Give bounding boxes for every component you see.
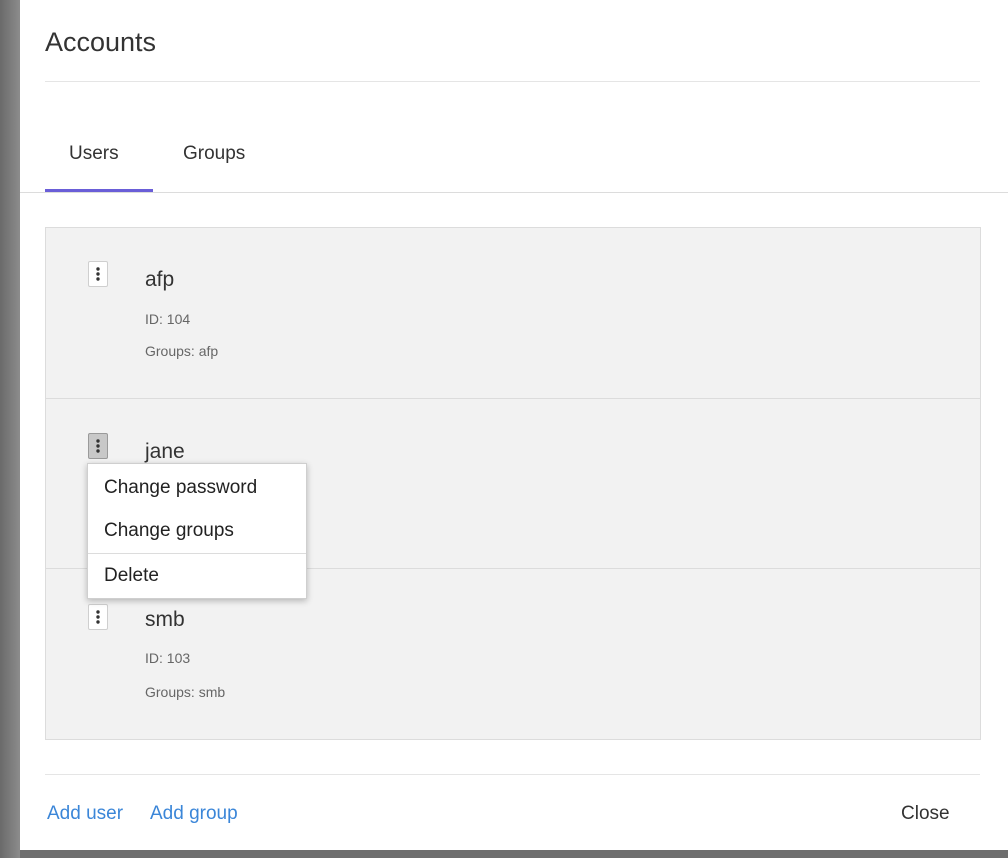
tab-groups[interactable]: Groups <box>153 130 245 192</box>
menu-item-delete[interactable]: Delete <box>88 558 306 594</box>
close-button[interactable]: Close <box>901 801 950 827</box>
backdrop <box>0 0 20 858</box>
accounts-dialog: Accounts Users Groups afp ID: 104 Groups… <box>20 0 1008 850</box>
user-context-menu: Change password Change groups Delete <box>87 463 307 599</box>
footer-divider <box>45 774 980 775</box>
menu-item-change-groups[interactable]: Change groups <box>88 513 306 549</box>
user-name: smb <box>145 608 185 631</box>
user-id: ID: 103 <box>145 650 191 666</box>
add-user-link[interactable]: Add user <box>47 801 123 827</box>
add-group-link[interactable]: Add group <box>150 801 238 827</box>
more-vertical-icon[interactable] <box>88 261 108 287</box>
more-vertical-icon[interactable] <box>88 433 108 459</box>
tab-bar: Users Groups <box>45 130 245 192</box>
title-divider <box>45 81 980 82</box>
tab-users[interactable]: Users <box>45 130 153 192</box>
user-name: afp <box>145 268 175 291</box>
user-groups: Groups: smb <box>145 684 226 700</box>
menu-item-change-password[interactable]: Change password <box>88 470 306 506</box>
list-item-afp: afp ID: 104 Groups: afp <box>46 228 980 398</box>
tabs-divider <box>20 192 1008 193</box>
more-vertical-icon[interactable] <box>88 604 108 630</box>
user-groups: Groups: afp <box>145 343 219 359</box>
user-name: jane <box>145 440 185 463</box>
dialog-title: Accounts <box>45 27 157 57</box>
backdrop-bottom <box>20 850 1008 858</box>
user-id: ID: 104 <box>145 311 191 327</box>
menu-divider <box>88 553 306 554</box>
